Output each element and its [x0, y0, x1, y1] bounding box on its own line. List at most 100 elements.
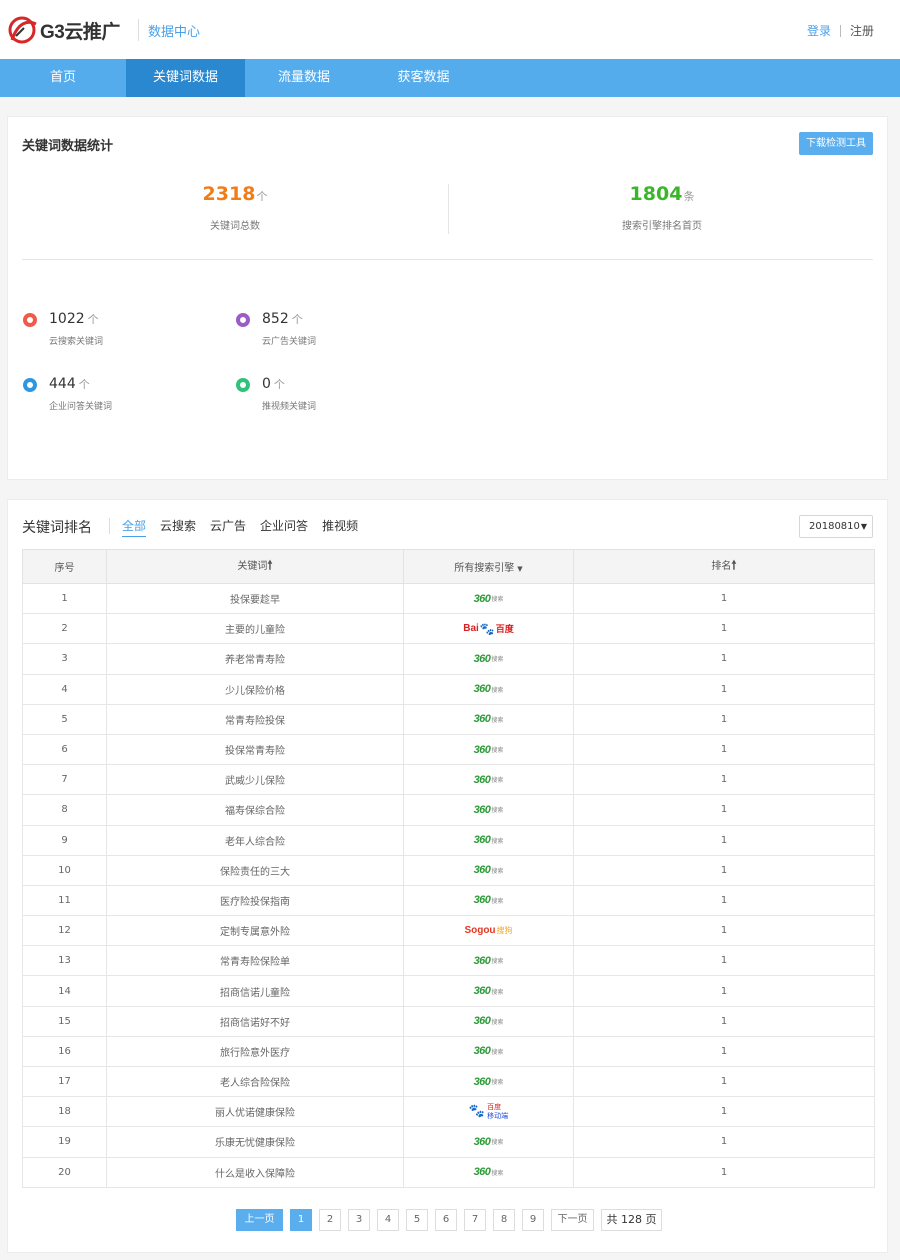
page-button[interactable]: 7 — [464, 1209, 486, 1231]
cell-keyword: 武威少儿保险 — [106, 764, 404, 796]
cat-value: 444 个 — [49, 376, 90, 392]
table-row: 14 招商信诺儿童险 360 搜索 1 — [22, 975, 875, 1007]
cell-index: 17 — [22, 1065, 107, 1098]
cell-index: 2 — [22, 613, 107, 645]
next-page-button[interactable]: 下一页 — [551, 1209, 594, 1231]
nav-keyword-data[interactable]: 关键词数据 — [126, 59, 245, 97]
cat-label: 推视频关键词 — [262, 402, 317, 412]
cell-rank: 1 — [573, 884, 875, 917]
cell-index: 11 — [22, 884, 107, 917]
page-button[interactable]: 1 — [290, 1209, 312, 1231]
chevron-down-icon: ▼ — [860, 522, 867, 531]
table-row: 9 老年人综合险 360 搜索 1 — [22, 824, 875, 856]
top-header: G3云推广 数据中心 登录 注册 — [0, 0, 900, 59]
table-header-row: 序号 关键词🠕 所有搜索引擎 ▼ 排名🠕 — [22, 549, 875, 584]
cat-value: 1022 个 — [49, 311, 99, 327]
cell-engine: 360 搜索 — [403, 794, 574, 826]
ranking-title-divider — [109, 518, 110, 534]
enterprise-qa-dot-icon — [23, 378, 37, 392]
col-engine-header[interactable]: 所有搜索引擎 ▼ — [403, 549, 574, 584]
page-button[interactable]: 5 — [406, 1209, 428, 1231]
cell-engine: 360 搜索 — [403, 884, 574, 917]
cell-keyword: 保险责任的三大 — [106, 854, 404, 886]
engine-360-icon: 360 搜索 — [473, 1075, 504, 1088]
cell-rank: 1 — [573, 643, 875, 675]
cell-engine: 360 搜索 — [403, 1035, 574, 1068]
nav-customer-data[interactable]: 获客数据 — [363, 59, 484, 97]
cell-rank: 1 — [573, 703, 875, 735]
sort-up-icon[interactable]: 🠕 — [267, 558, 272, 572]
engine-baidu-mobile-icon: 🐾 百度 移动端 — [468, 1102, 509, 1120]
sort-up-icon[interactable]: 🠕 — [731, 558, 736, 572]
filter-all[interactable]: 全部 — [122, 517, 147, 537]
ranking-table: 序号 关键词🠕 所有搜索引擎 ▼ 排名🠕 1 投保要趁早 360 搜索 1 2 主要的儿童险 B… — [22, 549, 875, 1188]
page-button[interactable]: 9 — [522, 1209, 544, 1231]
stats-divider — [22, 259, 873, 260]
engine-360-icon: 360 搜索 — [473, 1166, 504, 1179]
cell-rank: 1 — [573, 915, 875, 947]
page-button[interactable]: 3 — [348, 1209, 370, 1231]
date-select[interactable]: 20180810 ▼ — [799, 515, 873, 538]
dropdown-triangle-icon[interactable]: ▼ — [517, 565, 522, 573]
table-row: 8 福寿保综合险 360 搜索 1 — [22, 794, 875, 826]
page-button[interactable]: 6 — [435, 1209, 457, 1231]
nav-traffic-data[interactable]: 流量数据 — [245, 59, 363, 97]
cell-index: 19 — [22, 1126, 107, 1158]
filter-enterprise-qa[interactable]: 企业问答 — [260, 517, 308, 537]
cell-index: 1 — [22, 582, 107, 615]
engine-360-icon: 360 搜索 — [473, 1135, 504, 1148]
stats-title: 关键词数据统计 — [22, 139, 114, 154]
filter-cloud-search[interactable]: 云搜索 — [160, 517, 196, 537]
col-rank-header[interactable]: 排名🠕 — [573, 549, 875, 584]
logo[interactable]: G3云推广 — [6, 14, 120, 46]
cell-rank: 1 — [573, 733, 875, 766]
prev-page-button[interactable]: 上一页 — [236, 1209, 283, 1231]
cell-keyword: 定制专属意外险 — [106, 915, 404, 947]
logo-text: G3云推广 — [40, 21, 120, 43]
date-select-value: 20180810 — [809, 521, 860, 532]
table-row: 3 养老常青寿险 360 搜索 1 — [22, 643, 875, 675]
cell-index: 13 — [22, 945, 107, 977]
cell-rank: 1 — [573, 794, 875, 826]
download-tool-button[interactable]: 下载检测工具 — [799, 132, 873, 155]
login-link[interactable]: 登录 — [807, 22, 831, 39]
cell-keyword: 招商信诺好不好 — [106, 1005, 404, 1037]
main-nav: 首页 关键词数据 流量数据 获客数据 — [0, 59, 900, 97]
cell-index: 16 — [22, 1035, 107, 1068]
cell-rank: 1 — [573, 582, 875, 615]
cell-engine: 360 搜索 — [403, 1065, 574, 1098]
engine-360-icon: 360 搜索 — [473, 652, 504, 665]
cell-keyword: 常青寿险保险单 — [106, 945, 404, 977]
cell-index: 5 — [22, 703, 107, 735]
table-row: 11 医疗险投保指南 360 搜索 1 — [22, 884, 875, 917]
page-button[interactable]: 2 — [319, 1209, 341, 1231]
cell-engine: 360 搜索 — [403, 673, 574, 705]
engine-360-icon: 360 搜索 — [473, 1015, 504, 1028]
cell-rank: 1 — [573, 1035, 875, 1068]
cat-value: 852 个 — [262, 311, 303, 327]
cloud-search-dot-icon — [23, 313, 37, 327]
page-button[interactable]: 4 — [377, 1209, 399, 1231]
stat-total-unit: 个 — [256, 190, 268, 203]
cell-keyword: 招商信诺儿童险 — [106, 975, 404, 1007]
cell-engine: 360 搜索 — [403, 1005, 574, 1037]
filter-video[interactable]: 推视频 — [322, 517, 358, 537]
cell-index: 20 — [22, 1156, 107, 1188]
col-keyword-header[interactable]: 关键词🠕 — [106, 549, 404, 584]
cell-engine: 360 搜索 — [403, 945, 574, 977]
cell-index: 14 — [22, 975, 107, 1007]
pagination: 上一页 1 2 3 4 5 6 7 8 9 下一页 共 128 页 — [236, 1209, 669, 1231]
cell-index: 12 — [22, 915, 107, 947]
filter-cloud-ads[interactable]: 云广告 — [210, 517, 246, 537]
register-link[interactable]: 注册 — [850, 22, 874, 39]
cell-engine: 360 搜索 — [403, 1126, 574, 1158]
cell-keyword: 常青寿险投保 — [106, 703, 404, 735]
table-row: 4 少儿保险价格 360 搜索 1 — [22, 673, 875, 705]
engine-360-icon: 360 搜索 — [473, 1045, 504, 1058]
page-button[interactable]: 8 — [493, 1209, 515, 1231]
cell-rank: 1 — [573, 1126, 875, 1158]
cat-enterprise-qa: 444 个 企业问答关键词 — [23, 376, 223, 417]
cell-rank: 1 — [573, 613, 875, 645]
cell-rank: 1 — [573, 673, 875, 705]
nav-home[interactable]: 首页 — [0, 59, 126, 97]
